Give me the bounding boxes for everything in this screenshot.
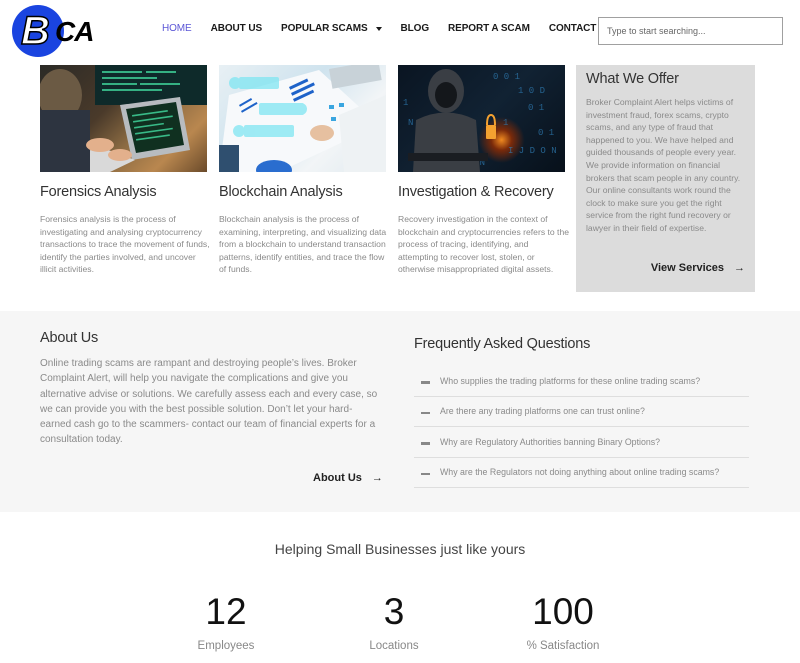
svg-text:I J D O N: I J D O N — [508, 146, 557, 156]
search-input[interactable] — [598, 17, 783, 45]
service-title: Investigation & Recovery — [398, 184, 554, 200]
minus-icon — [421, 411, 430, 414]
faq-title: Frequently Asked Questions — [414, 336, 591, 352]
about-us-link-label: About Us — [313, 472, 362, 484]
faq-question: Why are the Regulators not doing anythin… — [440, 467, 720, 478]
faq-question: Are there any trading platforms one can … — [440, 406, 645, 417]
nav-popular-scams-label: POPULAR SCAMS — [281, 23, 368, 34]
service-description: Forensics analysis is the process of inv… — [40, 214, 210, 275]
stat-label: Locations — [369, 640, 419, 652]
faq-question: Who supplies the trading platforms for t… — [440, 375, 701, 386]
nav-about-us-label: ABOUT US — [210, 23, 263, 34]
svg-text:1: 1 — [503, 118, 508, 128]
view-services-link[interactable]: View Services → — [651, 262, 745, 274]
stat-employees: 12 Employees — [146, 590, 306, 652]
minus-icon — [421, 381, 430, 384]
stat-label: Employees — [197, 640, 255, 652]
nav-popular-scams[interactable]: POPULAR SCAMS — [281, 23, 382, 34]
charts-illustration — [219, 65, 386, 172]
what-we-offer-panel: What We Offer Broker Complaint Alert hel… — [576, 65, 755, 292]
hacker-padlock-illustration: 0 0 11 0 D0 1 10 1I J D O N 1N0 B N — [403, 69, 557, 172]
blockchain-image — [219, 65, 386, 172]
minus-icon — [421, 472, 430, 475]
service-card-investigation: 0 0 11 0 D0 1 10 1I J D O N 1N0 B N Inve… — [398, 65, 569, 274]
logo-letter-b: B — [20, 8, 50, 54]
service-title: Blockchain Analysis — [219, 184, 343, 200]
offer-description: Broker Complaint Alert helps victims of … — [586, 97, 741, 233]
nav-report-a-scam[interactable]: REPORT A SCAM — [448, 23, 530, 34]
svg-text:0 1: 0 1 — [528, 103, 544, 113]
about-description: Online trading scams are rampant and des… — [40, 358, 378, 446]
service-card-forensics: Forensics Analysis Forensics analysis is… — [40, 65, 210, 274]
svg-text:0 1: 0 1 — [538, 128, 554, 138]
investigation-image: 0 0 11 0 D0 1 10 1I J D O N 1N0 B N — [398, 65, 565, 172]
stat-value: 12 — [205, 591, 247, 632]
stat-satisfaction: 100 % Satisfaction — [483, 590, 643, 652]
svg-text:0 0 1: 0 0 1 — [493, 72, 520, 82]
svg-text:N: N — [408, 118, 413, 128]
caret-down-icon — [375, 26, 382, 31]
laptop-code-illustration — [40, 65, 207, 172]
arrow-right-icon: → — [371, 472, 383, 484]
stat-locations: 3 Locations — [314, 590, 474, 652]
svg-text:1 0 D: 1 0 D — [518, 86, 545, 96]
site-header: B CA HOME ABOUT US POPULAR SCAMS BLOG RE… — [0, 0, 800, 62]
nav-blog-label: BLOG — [400, 23, 430, 34]
main-nav: HOME ABOUT US POPULAR SCAMS BLOG REPORT … — [162, 23, 632, 34]
nav-home[interactable]: HOME — [162, 23, 192, 34]
service-description: Recovery investigation in the context of… — [398, 214, 570, 275]
nav-about-us[interactable]: ABOUT US — [210, 23, 263, 34]
stats-heading: Helping Small Businesses just like yours — [274, 541, 526, 557]
service-title: Forensics Analysis — [40, 184, 157, 200]
offer-title: What We Offer — [586, 71, 679, 87]
faq-item[interactable]: Are there any trading platforms one can … — [414, 397, 749, 427]
minus-icon — [421, 442, 430, 445]
service-description: Blockchain analysis is the process of ex… — [219, 214, 387, 275]
about-us-link[interactable]: About Us → — [313, 472, 383, 484]
stat-value: 3 — [383, 591, 405, 632]
service-card-blockchain: Blockchain Analysis Blockchain analysis … — [219, 65, 386, 274]
stat-label: % Satisfaction — [526, 640, 600, 652]
stat-value: 100 — [532, 591, 594, 632]
nav-home-label: HOME — [162, 23, 192, 34]
nav-blog[interactable]: BLOG — [401, 23, 430, 34]
about-title: About Us — [40, 330, 99, 346]
logo-letters-ca: CA — [55, 16, 94, 47]
faq-question: Why are Regulatory Authorities banning B… — [440, 436, 661, 447]
faq-item[interactable]: Why are the Regulators not doing anythin… — [414, 458, 749, 488]
faq-accordion: Who supplies the trading platforms for t… — [414, 366, 749, 488]
view-services-label: View Services — [650, 262, 724, 274]
bca-logo[interactable]: B CA — [12, 5, 108, 57]
faq-item[interactable]: Why are Regulatory Authorities banning B… — [414, 427, 749, 458]
forensics-image — [40, 65, 207, 172]
about-faq-section: About Us Online trading scams are rampan… — [0, 311, 800, 512]
arrow-right-icon: → — [734, 262, 745, 274]
faq-item[interactable]: Who supplies the trading platforms for t… — [414, 366, 749, 397]
svg-text:1: 1 — [403, 98, 408, 108]
nav-report-a-scam-label: REPORT A SCAM — [448, 23, 530, 34]
